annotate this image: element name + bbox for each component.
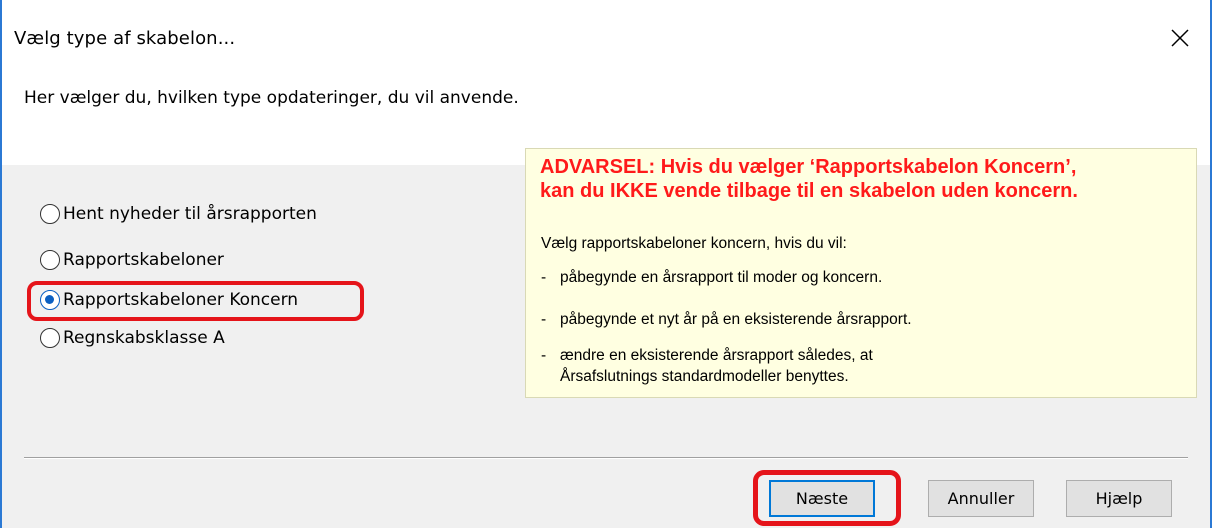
warning-heading-line2: kan du IKKE vende tilbage til en skabelo…	[540, 180, 1078, 202]
bullet-text: påbegynde en årsrapport til moder og kon…	[560, 269, 883, 286]
window-title: Vælg type af skabelon...	[14, 28, 236, 49]
next-button-highlight	[753, 470, 901, 526]
bullet-marker: -	[541, 347, 547, 364]
warning-heading-line1: ADVARSEL: Hvis du vælger ‘Rapportskabelo…	[540, 156, 1077, 178]
dialog-window: Vælg type af skabelon... Her vælger du, …	[0, 0, 1212, 528]
warning-bullet: - påbegynde et nyt år på en eksisterende…	[541, 309, 1160, 330]
title-bar: Vælg type af skabelon...	[2, 0, 1210, 72]
radio-label: Hent nyheder til årsrapporten	[63, 204, 317, 224]
warning-heading: ADVARSEL: Hvis du vælger ‘Rapportskabelo…	[540, 155, 1190, 203]
radio-button[interactable]	[40, 204, 60, 224]
cancel-button[interactable]: Annuller	[928, 480, 1034, 517]
radio-button[interactable]	[40, 250, 60, 270]
warning-bullet: - ændre en eksisterende årsrapport såled…	[541, 345, 961, 387]
bullet-marker: -	[541, 269, 547, 286]
warning-intro: Vælg rapportskabeloner koncern, hvis du …	[541, 235, 847, 252]
radio-option-rapportskabeloner[interactable]: Rapportskabeloner	[40, 250, 224, 270]
close-icon	[1171, 29, 1189, 47]
radio-option-regnskabsklasse-a[interactable]: Regnskabsklasse A	[40, 328, 225, 348]
selection-highlight	[27, 281, 364, 321]
help-button[interactable]: Hjælp	[1066, 480, 1172, 517]
radio-button[interactable]	[40, 328, 60, 348]
radio-label: Rapportskabeloner	[63, 250, 224, 270]
close-button[interactable]	[1162, 22, 1198, 54]
bullet-text: påbegynde et nyt år på en eksisterende å…	[560, 311, 912, 328]
warning-panel: ADVARSEL: Hvis du vælger ‘Rapportskabelo…	[525, 148, 1197, 398]
warning-bullet: - påbegynde en årsrapport til moder og k…	[541, 267, 1160, 288]
bullet-marker: -	[541, 311, 547, 328]
separator-line	[24, 457, 1188, 459]
dialog-subtitle: Her vælger du, hvilken type opdateringer…	[24, 88, 519, 108]
radio-label: Regnskabsklasse A	[63, 328, 225, 348]
radio-option-hent-nyheder[interactable]: Hent nyheder til årsrapporten	[40, 204, 317, 224]
bullet-text: ændre en eksisterende årsrapport således…	[560, 347, 873, 385]
